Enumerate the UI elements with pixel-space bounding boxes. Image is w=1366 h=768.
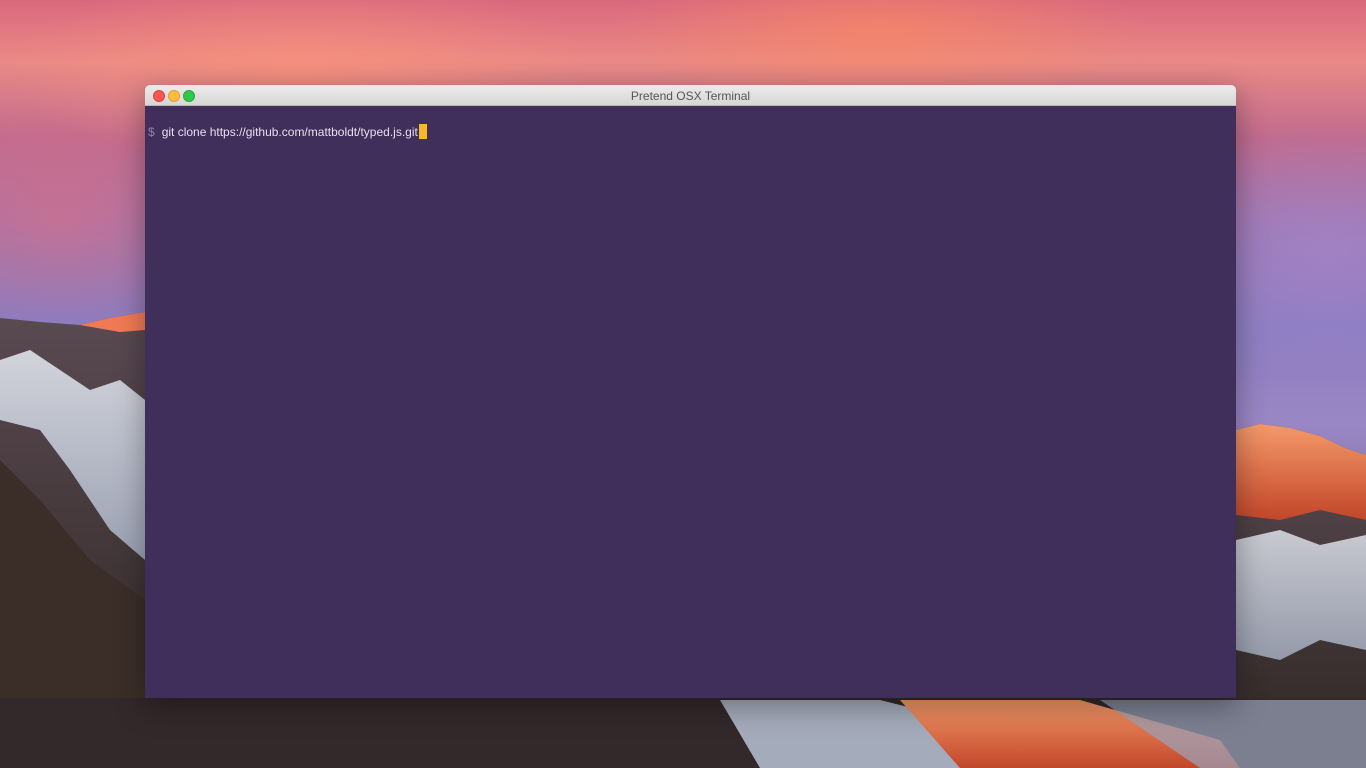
minimize-icon[interactable] [168,90,180,102]
window-title: Pretend OSX Terminal [630,89,751,103]
command-text: git clone https://github.com/mattboldt/t… [161,125,418,139]
prompt-symbol: $ [148,125,155,139]
right-snow [1236,530,1366,660]
terminal-screen[interactable]: $ git clone https://github.com/mattboldt/… [145,106,1236,698]
terminal-window[interactable]: Pretend OSX Terminal $ git clone https://… [145,85,1236,698]
command-line: $ git clone https://github.com/mattboldt/… [148,124,427,140]
maximize-icon[interactable] [183,90,195,102]
desktop-wallpaper: Pretend OSX Terminal $ git clone https://… [0,0,1366,768]
close-icon[interactable] [153,90,165,102]
title-bar[interactable]: Pretend OSX Terminal [145,85,1236,106]
text-cursor [418,124,427,139]
right-peak-glow [1236,424,1366,520]
